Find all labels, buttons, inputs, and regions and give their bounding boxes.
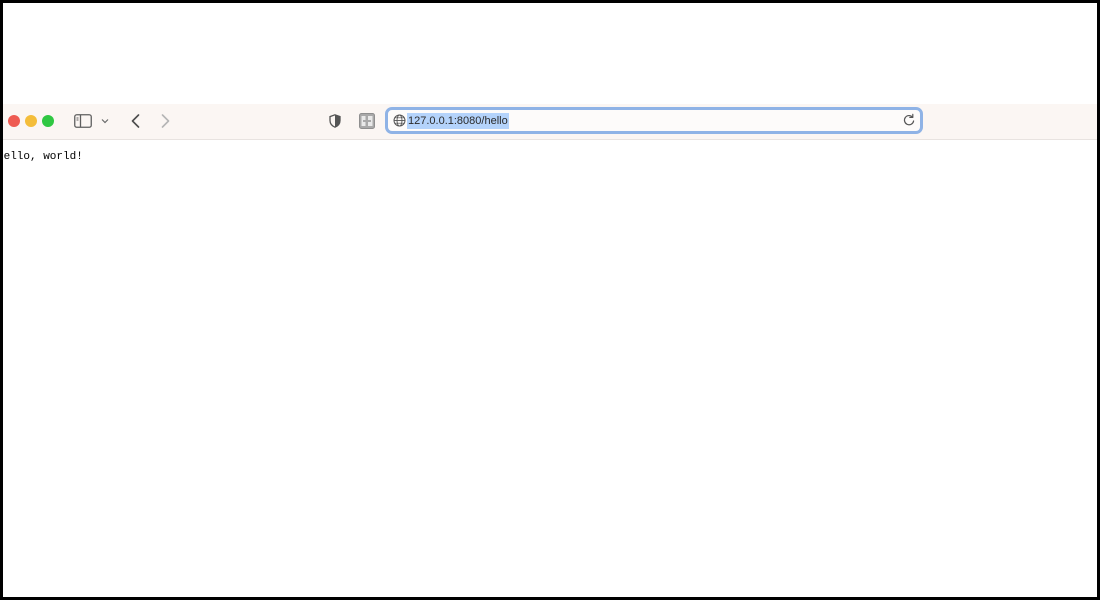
browser-window: 127.0.0.1:8080/hello Hello, world! [3,3,1097,597]
shield-icon[interactable] [327,112,343,130]
maximize-window-button[interactable] [42,115,54,127]
reload-icon[interactable] [902,113,916,127]
forward-button[interactable] [157,112,173,130]
chevron-right-icon [161,114,169,128]
chevron-left-icon [131,114,139,128]
screenshot-frame: 127.0.0.1:8080/hello Hello, world! [0,0,1100,600]
globe-icon [393,114,406,127]
chevron-down-icon[interactable] [99,114,111,128]
url-text[interactable]: 127.0.0.1:8080/hello [407,113,509,129]
address-bar[interactable]: 127.0.0.1:8080/hello [385,107,923,134]
extension-icon[interactable] [358,112,376,130]
browser-toolbar: 127.0.0.1:8080/hello [3,104,1097,140]
minimize-window-button[interactable] [25,115,37,127]
close-window-button[interactable] [8,115,20,127]
sidebar-icon[interactable] [73,112,93,130]
page-body-text: Hello, world! [3,151,83,163]
back-button[interactable] [127,112,143,130]
